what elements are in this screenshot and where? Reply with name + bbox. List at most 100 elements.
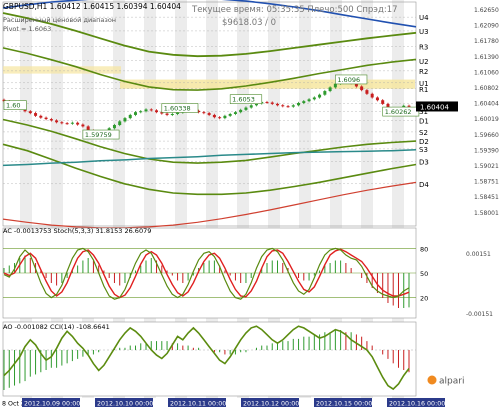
level-label: D2 <box>419 138 429 146</box>
candle-body <box>323 91 327 95</box>
candle-body <box>202 112 206 114</box>
candle-body <box>176 112 180 114</box>
candle-body <box>276 103 280 106</box>
candle-body <box>65 123 69 125</box>
candle-body <box>28 111 32 114</box>
price-label: 1.6053 <box>232 96 255 104</box>
candle-body <box>34 113 38 116</box>
candle-body <box>212 114 216 118</box>
candle-body <box>233 112 237 114</box>
chart-svg: U4U3R3U2R2U1R1LBS1D1S2D2S3D3D41.626501.6… <box>0 0 500 408</box>
candle-body <box>360 86 364 91</box>
level-label: R2 <box>419 68 428 76</box>
date-label: 2012.10.12 00:00 <box>243 401 299 408</box>
status-line: Текущее время: 05:35:35 Плечо:500 Спрэд:… <box>191 5 398 15</box>
y-tick-label: 1.58001 <box>474 210 499 217</box>
candle-body <box>249 105 253 108</box>
time-axis: 8 Oct 20122012.10.09 00:00 2012.10.10 00:… <box>0 398 500 408</box>
candle-body <box>44 117 48 120</box>
level-label: S3 <box>419 146 428 154</box>
stoch-level-label: 50 <box>420 270 428 278</box>
y-tick-label: 1.60019 <box>474 116 499 123</box>
candle-body <box>144 109 148 112</box>
ac-right-tick: -0.00151 <box>466 311 493 318</box>
candle-body <box>155 110 159 113</box>
price-label: 1.60262 <box>385 108 412 116</box>
candle-body <box>228 114 232 116</box>
y-tick-label: 1.61390 <box>474 54 499 61</box>
u1-band <box>120 79 415 89</box>
candle-body <box>70 122 74 124</box>
candle-body <box>370 93 374 98</box>
date-label: 2012.10.10 00:00 <box>97 401 153 408</box>
price-label: 1.59759 <box>85 131 112 139</box>
range-caption: Расширенный ценовой диапазон <box>3 16 116 24</box>
price-label: 1.6096 <box>337 76 360 84</box>
symbol-line: GBPUSD,H1 1.60412 1.60415 1.60394 1.6040… <box>3 2 181 11</box>
candle-body <box>223 115 227 119</box>
date-label: 2012.10.15 00:00 <box>316 401 372 408</box>
candle-body <box>165 113 169 115</box>
y-tick-label: 1.59660 <box>474 132 499 139</box>
candle-body <box>123 118 127 122</box>
y-tick-label: 1.58451 <box>474 194 499 201</box>
candle-body <box>302 101 306 103</box>
candle-body <box>55 120 59 123</box>
logo-text: alpari <box>439 377 464 387</box>
candle-body <box>244 107 248 110</box>
candle-body <box>407 105 411 107</box>
candle-body <box>133 112 137 115</box>
level-label: D1 <box>419 117 429 125</box>
candle-body <box>381 100 385 104</box>
candle-body <box>207 113 211 115</box>
ao-cci-panel <box>2 321 417 397</box>
level-label: U3 <box>419 28 429 36</box>
candle-body <box>375 97 379 101</box>
candle-body <box>365 90 369 94</box>
candle-body <box>297 102 301 106</box>
candle-body <box>218 117 222 119</box>
y-tick-label: 1.62090 <box>474 23 499 30</box>
level-label: U4 <box>419 14 429 22</box>
candle-body <box>139 111 143 113</box>
candle-body <box>39 115 43 118</box>
price-label: 1.60338 <box>164 104 191 112</box>
stoch-level-label: 80 <box>420 245 428 253</box>
candle-body <box>328 87 332 92</box>
candle-body <box>291 105 295 107</box>
ac-right-tick: 0.00151 <box>466 251 491 258</box>
logo-mark-icon <box>427 375 437 385</box>
candle-body <box>270 102 274 104</box>
stoch-level-label: 20 <box>420 295 428 303</box>
level-label: R1 <box>419 86 428 94</box>
date-label: 2012.10.16 00:00 <box>389 401 445 408</box>
ac-title: AC -0.0013753 Stoch(5,3,3) 31.8153 26.60… <box>3 227 151 235</box>
current-price-label: 1.60404 <box>420 103 449 111</box>
level-label: D3 <box>419 159 429 167</box>
candle-body <box>128 114 132 119</box>
y-tick-label: 1.59390 <box>474 147 499 154</box>
balance: $9618.03 <box>222 18 263 28</box>
level-label: S2 <box>419 129 428 137</box>
y-tick-label: 1.62650 <box>474 7 499 14</box>
candle-body <box>333 83 337 88</box>
date-label: 2012.10.11 00:00 <box>170 401 226 408</box>
y-tick-label: 1.61060 <box>474 69 499 76</box>
y-tick-label: 1.61780 <box>474 38 499 45</box>
y-tick-label: 1.60802 <box>474 85 499 92</box>
candle-body <box>170 114 174 115</box>
candle-body <box>76 122 80 125</box>
y-tick-label: 1.60404 <box>474 101 499 108</box>
candle-body <box>112 125 116 129</box>
y-tick-label: 1.59021 <box>474 163 499 170</box>
pivot-caption: Pivot = 1.6063 <box>3 25 51 33</box>
candle-body <box>265 102 269 104</box>
candle-body <box>307 99 311 102</box>
candle-body <box>318 94 322 98</box>
date-label: 2012.10.09 00:00 <box>24 401 80 408</box>
level-label: R3 <box>419 44 428 52</box>
price-label: 1.60 <box>6 102 20 110</box>
candle-body <box>60 122 64 124</box>
candle-body <box>149 109 153 111</box>
candle-body <box>118 121 122 126</box>
